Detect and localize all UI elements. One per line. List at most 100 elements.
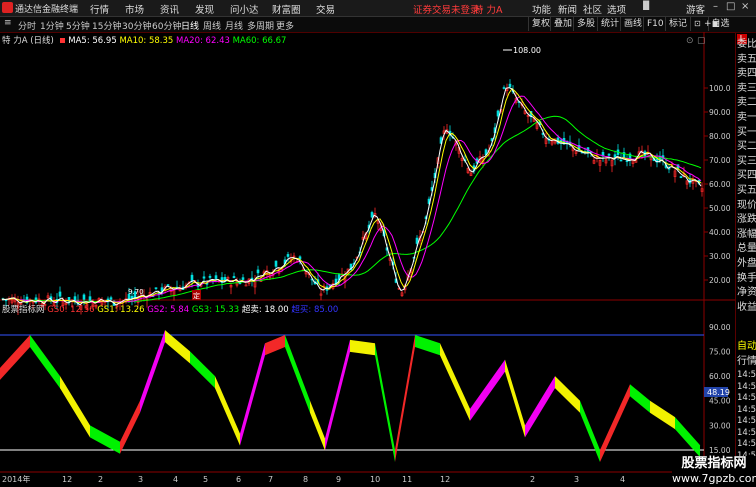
indicator-band-segment [415,335,440,356]
menu-bar: 通达信金融终端 行情 市场 资讯 发现 问小达 财富圈 交易 证券交易未登录 特… [0,0,756,17]
menu-ask[interactable]: 问小达 [230,2,259,16]
tab-30min[interactable]: 30分钟 [122,19,151,32]
quote-field-label: 卖一 [737,112,756,123]
menu-community[interactable]: 社区 [583,2,602,16]
btn-overlay[interactable]: 叠加 [550,17,575,31]
quote-field-label: 买一 [737,126,756,138]
date-tick-label: 11 [402,475,412,484]
quote-field-label: 买二 [737,141,756,153]
date-axis: 2014年 12 2 3 4 5 6 7 8 9 10 11 12 2 3 4 [2,474,625,484]
btn-draw[interactable]: 画线 [620,17,645,31]
legend-ma10: MA10: 58.35 [119,36,174,46]
close-icon[interactable]: × [741,1,749,12]
tab-quotes[interactable]: 行情 [737,354,756,369]
trade-login-alert[interactable]: 证券交易未登录 [413,2,480,16]
btn-mark[interactable]: 标记 [665,17,690,31]
indicator-band-segment [0,335,30,380]
peak-label: 108.00 [513,46,541,55]
menu-news[interactable]: 资讯 [160,2,179,16]
price-tick-label: 20.00 [709,276,731,285]
indicator-band-segment [395,335,415,462]
date-tick-label: 2 [98,475,103,484]
quote-field-label: 现价 [737,199,756,211]
tab-auto[interactable]: 自动 [737,339,756,354]
menu-discover[interactable]: 发现 [195,2,214,16]
tab-more[interactable]: 更多 [276,19,294,32]
menu-options[interactable]: 选项 [607,2,626,16]
quote-field-label: 委比 [737,39,756,50]
indicator-band-segment [350,339,375,356]
quote-field-label: 换手 [737,272,756,284]
tab-intraday[interactable]: 分时 [18,19,36,32]
indicator-band-segment [325,339,350,451]
tab-weekly[interactable]: 周线 [203,19,221,32]
quote-field-label: 卖四 [737,68,756,80]
price-tick-label: 80.00 [709,132,731,141]
tab-monthly[interactable]: 月线 [225,19,243,32]
candle-body [214,275,218,279]
chart-expand-icon[interactable]: ▢ [697,36,706,46]
price-tick-label: 100.0 [709,84,731,93]
layout-icon[interactable]: ⊡ [690,17,704,31]
indicator-band-segment [440,343,470,421]
tab-15min[interactable]: 15分钟 [92,19,121,32]
indicator-band-segment [505,359,525,438]
legend-oversell: 超买: 85.00 [291,305,339,315]
price-axis-ticks: 100.0 90.00 80.00 70.00 60.00 50.00 40.00 30.00… [704,84,731,285]
tick-time: 14:5 [737,381,756,392]
signal-icon: ▐▌ [640,1,653,10]
menu-market[interactable]: 市场 [125,2,144,16]
watermark-title: 股票指标网 [681,456,747,471]
indicator-tick-label: 45.00 [709,397,731,406]
maximize-icon[interactable]: □ [726,1,735,12]
candle-body [82,294,86,300]
stock-short-name: 特 力A [474,5,503,16]
btn-multi-stock[interactable]: 多股 [573,17,598,31]
candle-body [154,287,158,289]
indicator-band-segment [240,343,265,446]
menu-trade[interactable]: 交易 [316,2,335,16]
tick-time: 14:5 [737,439,756,449]
add-favorite-button[interactable]: +自选 [704,17,730,31]
menu-news-right[interactable]: 新闻 [558,2,577,16]
candle-body [625,160,629,163]
date-tick-label: 2 [530,475,535,484]
btn-statistics[interactable]: 统计 [597,17,622,31]
tab-5min[interactable]: 5分钟 [66,19,90,32]
chart-area[interactable]: 100.0 90.00 80.00 70.00 60.00 50.00 40.00 30.00… [0,32,735,487]
legend-ma5: MA5: 56.95 [68,36,117,46]
quote-field-label: 涨幅 [737,228,756,240]
quote-field-label: 净资 [737,287,756,299]
chart-collapse-icon[interactable]: ⊙ [686,36,694,46]
date-tick-label: 3 [574,475,579,484]
indicator-current-value: 48.19 [707,388,730,397]
tab-daily[interactable]: 日线 [181,19,199,32]
candle-body [256,269,260,274]
tab-1min[interactable]: 1分钟 [40,19,64,32]
menu-functions[interactable]: 功能 [532,2,551,16]
date-tick-label: 12 [62,475,72,484]
ma5-line [1,87,702,306]
chart-menu-icon[interactable]: ≡ [4,18,12,28]
candle-body [190,274,194,281]
candle-body [286,254,290,257]
candle-body [607,153,611,156]
candle-body [208,275,212,278]
quote-field-label: 外盘 [737,258,756,269]
minimize-icon[interactable]: – [713,1,718,12]
indicator-band-segment [650,400,675,430]
tab-60min[interactable]: 60分钟 [152,19,181,32]
indicator-band-segment [140,330,165,413]
watermark: 股票指标网 www.7gpzb.com [672,456,756,487]
quote-field-label: 收益 [737,301,756,313]
btn-f10[interactable]: F10 [643,17,667,31]
menu-market-quotes[interactable]: 行情 [90,2,109,16]
quote-field-label: 卖五 [737,53,756,65]
guest-label[interactable]: 游客 [686,2,705,16]
indicator-tick-label: 75.00 [709,347,731,356]
menu-wealth-circle[interactable]: 财富圈 [272,2,301,16]
indicator-tick-label: 90.00 [709,323,731,332]
indicator-band-segment [630,384,650,413]
tab-multi-period[interactable]: 多周期 [247,19,274,32]
indicator-name: 股票指标网 [2,305,45,315]
